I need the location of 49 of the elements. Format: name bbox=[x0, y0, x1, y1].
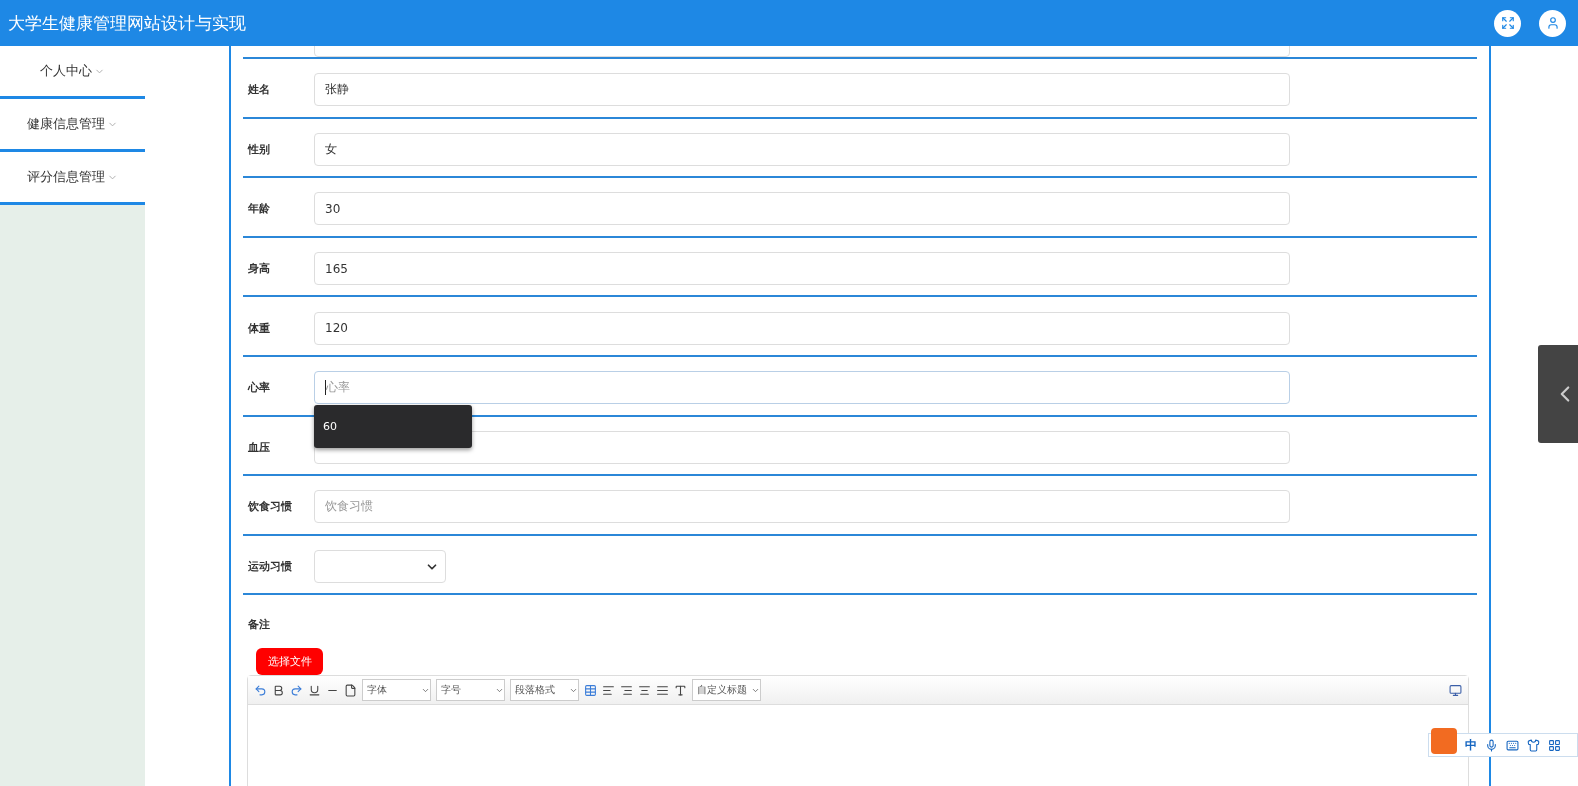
microphone-icon[interactable] bbox=[1485, 738, 1498, 752]
select-field[interactable] bbox=[314, 550, 446, 584]
input-field[interactable]: 165 bbox=[314, 252, 1290, 286]
field-label: 体重 bbox=[248, 320, 271, 336]
field-label: 姓名 bbox=[248, 82, 271, 98]
input-field[interactable]: 张静 bbox=[314, 73, 1290, 107]
monitor-icon[interactable] bbox=[1449, 683, 1462, 697]
toolbar-select[interactable]: 字体 bbox=[362, 679, 431, 702]
undo-icon[interactable] bbox=[254, 683, 267, 697]
align-center-icon[interactable] bbox=[638, 683, 651, 697]
input-field[interactable]: 女 bbox=[314, 132, 1290, 166]
field-label: 饮食习惯 bbox=[248, 499, 293, 515]
redo-icon[interactable] bbox=[290, 683, 303, 697]
ime-logo-icon bbox=[1431, 728, 1457, 754]
input-field[interactable]: 30 bbox=[314, 192, 1290, 226]
keyboard-icon[interactable] bbox=[1506, 738, 1519, 752]
user-icon bbox=[1545, 16, 1560, 30]
choose-file-button[interactable]: 选择文件 bbox=[256, 648, 323, 676]
side-panel-handle[interactable] bbox=[1538, 345, 1578, 443]
toolbar-select[interactable]: 段落格式 bbox=[510, 679, 579, 702]
justify-icon[interactable] bbox=[656, 683, 669, 697]
toolbar-select[interactable]: 字号 bbox=[436, 679, 505, 702]
bold-icon[interactable] bbox=[272, 683, 285, 697]
field-label: 血压 bbox=[248, 439, 271, 455]
field-label: 心率 bbox=[248, 380, 271, 396]
autocomplete-option[interactable]: 60 bbox=[323, 419, 337, 433]
expand-icon bbox=[1500, 16, 1515, 30]
align-left-icon[interactable] bbox=[602, 683, 615, 697]
field-label: 身高 bbox=[248, 261, 271, 277]
font-color-icon[interactable] bbox=[674, 683, 687, 697]
grid-icon[interactable] bbox=[1548, 738, 1561, 752]
shirt-icon[interactable] bbox=[1527, 738, 1540, 752]
sidebar-item[interactable]: 个人中心 bbox=[0, 46, 145, 99]
field-label: 运动习惯 bbox=[248, 559, 293, 575]
site-title: 大学生健康管理网站设计与实现 bbox=[8, 11, 247, 35]
user-button[interactable] bbox=[1539, 9, 1566, 37]
sidebar-item[interactable]: 评分信息管理 bbox=[0, 152, 145, 205]
input-field[interactable]: 120 bbox=[314, 311, 1290, 345]
input-field[interactable] bbox=[314, 430, 1290, 464]
field-label: 备注 bbox=[248, 617, 271, 633]
toolbar-select[interactable]: 自定义标题 bbox=[692, 679, 761, 702]
table-icon[interactable] bbox=[584, 683, 597, 697]
field-label: 性别 bbox=[248, 141, 271, 157]
sidebar-item[interactable]: 健康信息管理 bbox=[0, 99, 145, 152]
align-right-icon[interactable] bbox=[620, 683, 633, 697]
field-label: 年龄 bbox=[248, 201, 271, 217]
underline-icon[interactable] bbox=[308, 683, 321, 697]
page-icon[interactable] bbox=[344, 683, 357, 697]
fullscreen-button[interactable] bbox=[1494, 9, 1521, 37]
